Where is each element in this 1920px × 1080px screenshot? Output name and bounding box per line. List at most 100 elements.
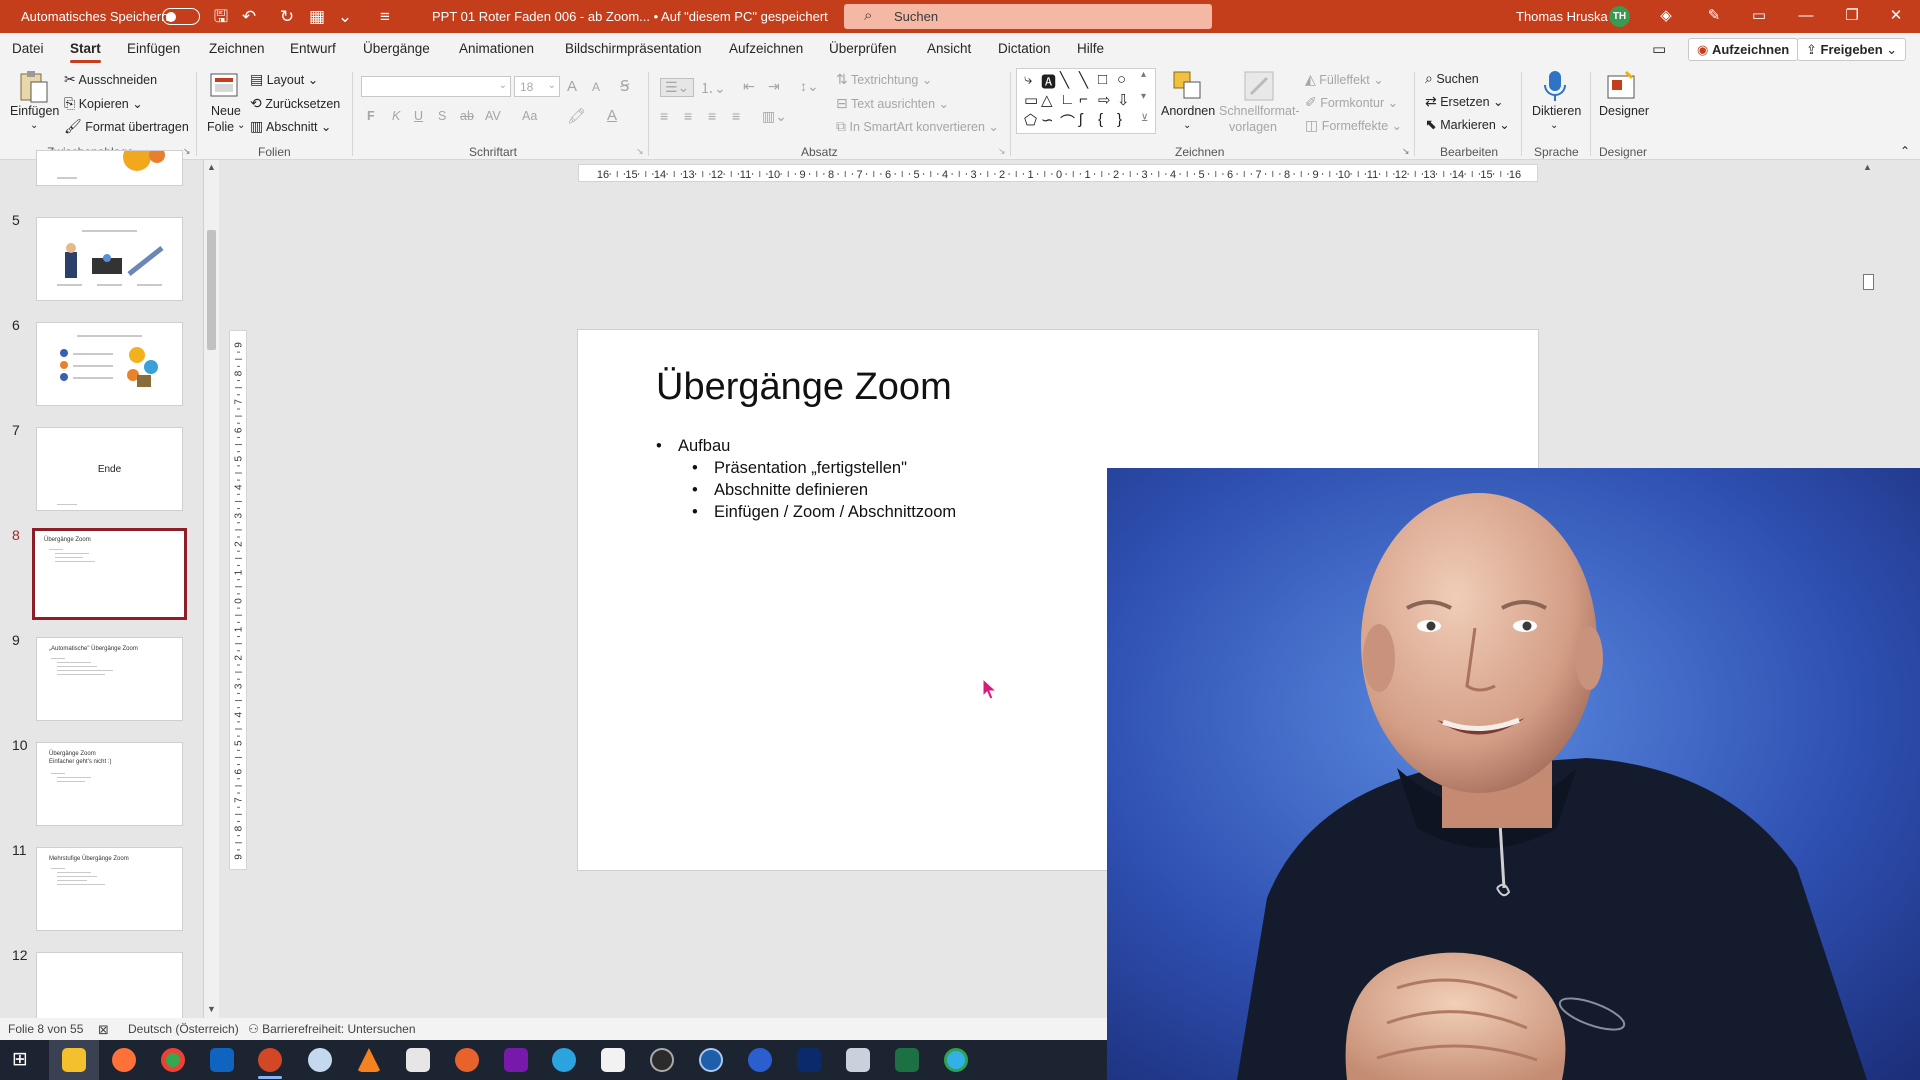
save-icon[interactable]: 🖫 [210, 6, 232, 28]
slide-thumbnail-7[interactable]: Ende [36, 427, 183, 511]
vlc-icon[interactable] [357, 1048, 381, 1072]
decrease-indent-icon[interactable]: ⇤ [743, 78, 755, 95]
slide-thumbnail-12[interactable] [36, 952, 183, 1022]
ribbon-display-icon[interactable]: ▭ [1745, 6, 1773, 26]
avatar[interactable]: TH [1609, 6, 1630, 27]
drawing-launcher-icon[interactable]: ↘ [1402, 146, 1410, 157]
obs-icon[interactable] [650, 1048, 674, 1072]
slide-counter[interactable]: Folie 8 von 55 [8, 1022, 83, 1036]
autosave-toggle[interactable] [162, 8, 200, 25]
numbering-icon[interactable]: ⒈⌄ [700, 78, 726, 98]
reset-button[interactable]: ⟲ Zurücksetzen [250, 96, 340, 111]
justify-icon[interactable]: ≡ [732, 108, 740, 124]
tab-uebergaenge[interactable]: Übergänge [363, 41, 430, 56]
app-icon[interactable] [308, 1048, 332, 1072]
customize-toolbar-icon[interactable]: ≡ [374, 6, 396, 28]
file-explorer-icon[interactable] [62, 1048, 86, 1072]
designer-icon[interactable] [1606, 70, 1638, 102]
quick-styles-label-2[interactable]: vorlagen [1229, 120, 1277, 134]
telegram-icon[interactable] [552, 1048, 576, 1072]
slide-thumbnail-9[interactable]: „Automatische" Übergänge Zoom [36, 637, 183, 721]
strikethrough-button[interactable]: ab [460, 109, 474, 123]
shape-effects-button[interactable]: ◫ Formeffekte ⌄ [1305, 118, 1402, 133]
spellcheck-icon[interactable]: ⊠ [98, 1022, 109, 1038]
arrange-button[interactable]: Anordnen [1161, 104, 1215, 118]
scroll-down-icon[interactable]: ▼ [207, 1004, 216, 1014]
redo-icon[interactable]: ↻ [276, 6, 298, 28]
app-icon[interactable] [455, 1048, 479, 1072]
font-launcher-icon[interactable]: ↘ [636, 146, 644, 157]
paste-button[interactable]: Einfügen [10, 104, 59, 118]
bullet-abschnitte[interactable]: Abschnitte definieren [692, 481, 868, 500]
thumbnail-scrollbar[interactable]: ▲ ▼ [203, 160, 219, 1018]
powerpoint-icon[interactable] [258, 1048, 282, 1072]
app-icon[interactable] [406, 1048, 430, 1072]
tab-entwurf[interactable]: Entwurf [290, 41, 336, 56]
share-button[interactable]: ⇪ Freigeben ⌄ [1797, 38, 1907, 61]
clipboard-icon[interactable] [17, 70, 49, 103]
slide-thumbnail-10[interactable]: Übergänge Zoom Einfacher geht's nicht :) [36, 742, 183, 826]
bold-button[interactable]: F [367, 109, 375, 123]
close-icon[interactable]: ✕ [1882, 6, 1910, 26]
app-icon[interactable] [846, 1048, 870, 1072]
tab-datei[interactable]: Datei [12, 41, 44, 56]
shadow-button[interactable]: S [438, 109, 446, 123]
diamond-icon[interactable]: ◈ [1652, 6, 1680, 26]
shape-outline-button[interactable]: ✐ Formkontur ⌄ [1305, 95, 1398, 110]
arrange-icon[interactable] [1172, 70, 1204, 102]
scroll-up-icon[interactable]: ▲ [207, 162, 216, 172]
italic-button[interactable]: K [392, 109, 400, 123]
app-icon[interactable] [601, 1048, 625, 1072]
slide-thumbnail-5[interactable] [36, 217, 183, 301]
firefox-icon[interactable] [112, 1048, 136, 1072]
undo-icon[interactable]: ↶ [238, 6, 260, 28]
change-case-button[interactable]: Aa [522, 109, 537, 123]
tab-zeichnen[interactable]: Zeichnen [209, 41, 265, 56]
new-slide-icon[interactable] [209, 70, 241, 102]
arrange-dropdown-icon[interactable]: ⌄ [1183, 120, 1191, 131]
slide-thumbnail-6[interactable] [36, 322, 183, 406]
tab-start[interactable]: Start [70, 41, 101, 63]
accessibility-button[interactable]: ⚇ Barrierefreiheit: Untersuchen [248, 1022, 416, 1036]
minimize-icon[interactable]: — [1792, 6, 1820, 26]
tab-aufzeichnen[interactable]: Aufzeichnen [729, 41, 803, 56]
record-button[interactable]: ◉ Aufzeichnen [1688, 38, 1799, 61]
tab-einfuegen[interactable]: Einfügen [127, 41, 180, 56]
new-slide-dropdown-icon[interactable]: ⌄ [237, 120, 245, 131]
shapes-gallery[interactable]: ⤷ 🅰 ╲ ╲ □ ○ ▭ △ ∟ ⌐ ⇨ ⇩ ⬠ ∽ ⌒ ʃ{} ▴ ▾ ⊻ [1016, 68, 1156, 134]
quick-access-more-icon[interactable]: ⌄ [334, 6, 356, 28]
align-right-icon[interactable]: ≡ [708, 108, 716, 124]
tab-dictation[interactable]: Dictation [998, 41, 1051, 56]
font-name-field[interactable]: ⌄ [361, 76, 511, 97]
clipboard-launcher-icon[interactable]: ↘ [183, 146, 191, 157]
slide-title[interactable]: Übergänge Zoom [656, 366, 952, 409]
onenote-icon[interactable] [504, 1048, 528, 1072]
highlight-icon[interactable]: 🖍 [567, 107, 586, 125]
pen-icon[interactable]: ✎ [1700, 6, 1728, 26]
quick-styles-label-1[interactable]: Schnellformat- [1219, 104, 1300, 118]
font-color-icon[interactable]: A [607, 107, 617, 124]
shape-fill-button[interactable]: ◭ Fülleffekt ⌄ [1305, 72, 1384, 87]
horizontal-ruler[interactable]: 16 15 14 13 12 11 10 9 8 7 6 5 4 3 2 1 0 1 2 3 4 5 6 7 8 9 10 11 12 1… [578, 164, 1538, 182]
clear-format-icon[interactable]: Ꞩ [620, 77, 630, 95]
cut-button[interactable]: ✂ Ausschneiden [64, 72, 157, 87]
increase-indent-icon[interactable]: ⇥ [768, 78, 780, 95]
text-direction-button[interactable]: ⇅ Textrichtung ⌄ [836, 72, 932, 87]
slide-thumbnail-4[interactable] [36, 150, 183, 186]
dictate-dropdown-icon[interactable]: ⌄ [1550, 120, 1558, 131]
bullet-aufbau[interactable]: Aufbau [656, 437, 730, 456]
shrink-font-icon[interactable]: A [592, 80, 600, 94]
language-indicator[interactable]: Deutsch (Österreich) [128, 1022, 239, 1036]
collapse-ribbon-icon[interactable]: ⌃ [1900, 144, 1910, 158]
vertical-ruler[interactable]: 9 8 7 6 5 4 3 2 1 0 1 2 3 4 5 6 7 8 9 [229, 330, 247, 870]
slide-thumbnail-11[interactable]: Mehrstufige Übergänge Zoom [36, 847, 183, 931]
chrome-icon[interactable] [161, 1048, 185, 1072]
new-slide-label-2[interactable]: Folie [207, 120, 234, 134]
new-slide-label-1[interactable]: Neue [211, 104, 241, 118]
search-box[interactable]: ⌕ Suchen [844, 4, 1212, 29]
find-button[interactable]: ⌕ Suchen [1425, 71, 1479, 86]
columns-icon[interactable]: ▥⌄ [762, 108, 787, 125]
line-spacing-icon[interactable]: ↕⌄ [800, 78, 819, 95]
slide-thumbnail-8-selected[interactable]: Übergänge Zoom [32, 528, 187, 620]
paste-dropdown-icon[interactable]: ⌄ [30, 120, 38, 131]
